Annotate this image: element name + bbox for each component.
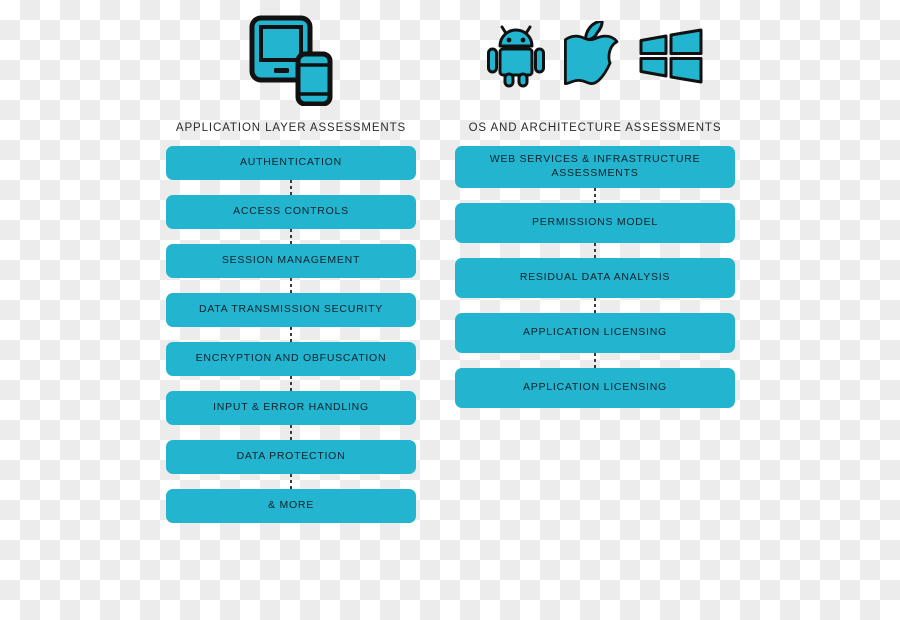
node-authentication[interactable]: AUTHENTICATION	[166, 146, 416, 180]
connector-dashed	[290, 376, 292, 391]
connector-dashed	[290, 327, 292, 342]
tablet-and-smartphone-icon	[249, 15, 333, 106]
column-os-architecture: OS AND ARCHITECTURE ASSESSMENTS WEB SERV…	[455, 0, 735, 408]
node-data-protection[interactable]: DATA PROTECTION	[166, 440, 416, 474]
connector-dashed	[290, 425, 292, 440]
node-input-and-error-handling[interactable]: INPUT & ERROR HANDLING	[166, 391, 416, 425]
os-architecture-node-chain: WEB SERVICES & INFRASTRUCTURE ASSESSMENT…	[455, 146, 735, 408]
diagram-canvas: APPLICATION LAYER ASSESSMENTS AUTHENTICA…	[0, 0, 900, 620]
connector-dashed	[290, 180, 292, 195]
connector-dashed	[594, 353, 596, 368]
column-application-layer: APPLICATION LAYER ASSESSMENTS AUTHENTICA…	[166, 0, 416, 523]
os-architecture-icon-group	[455, 0, 735, 110]
connector-dashed	[594, 188, 596, 203]
connector-dashed	[594, 243, 596, 258]
apple-icon	[564, 21, 619, 85]
connector-dashed	[594, 298, 596, 313]
windows-icon	[639, 28, 703, 84]
connector-dashed	[290, 278, 292, 293]
node-residual-data-analysis[interactable]: RESIDUAL DATA ANALYSIS	[455, 258, 735, 298]
application-layer-node-chain: AUTHENTICATION ACCESS CONTROLS SESSION M…	[166, 146, 416, 523]
column-heading-application-layer: APPLICATION LAYER ASSESSMENTS	[175, 122, 407, 134]
node-data-transmission-security[interactable]: DATA TRANSMISSION SECURITY	[166, 293, 416, 327]
column-heading-os-architecture: OS AND ARCHITECTURE ASSESSMENTS	[468, 122, 722, 134]
node-access-controls[interactable]: ACCESS CONTROLS	[166, 195, 416, 229]
node-permissions-model[interactable]: PERMISSIONS MODEL	[455, 203, 735, 243]
application-layer-icon-group	[166, 0, 416, 110]
node-application-licensing-2[interactable]: APPLICATION LICENSING	[455, 368, 735, 408]
node-encryption-and-obfuscation[interactable]: ENCRYPTION AND OBFUSCATION	[166, 342, 416, 376]
node-application-licensing-1[interactable]: APPLICATION LICENSING	[455, 313, 735, 353]
node-session-management[interactable]: SESSION MANAGEMENT	[166, 244, 416, 278]
node-and-more[interactable]: & MORE	[166, 489, 416, 523]
connector-dashed	[290, 229, 292, 244]
connector-dashed	[290, 474, 292, 489]
node-web-services-and-infrastructure-assessments[interactable]: WEB SERVICES & INFRASTRUCTURE ASSESSMENT…	[455, 146, 735, 188]
android-icon	[487, 25, 545, 88]
